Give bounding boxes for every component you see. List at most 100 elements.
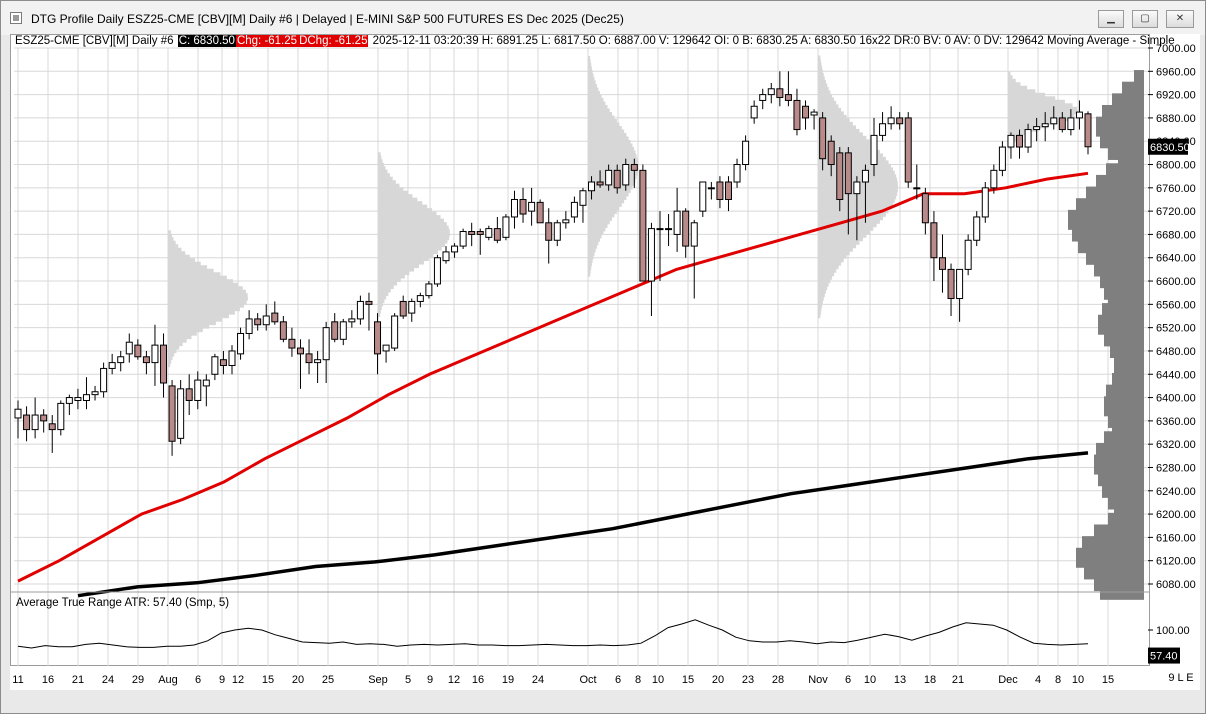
volume-profile-bar (168, 279, 233, 284)
volume-profile-bar (818, 111, 844, 116)
price-tick-label: 6760.00 (1156, 183, 1196, 195)
candle-body (254, 318, 262, 326)
volume-profile-bar (168, 237, 174, 242)
price-tick-label: 6080.00 (1156, 579, 1196, 591)
candle-body (177, 388, 185, 439)
volume-profile-bar (378, 204, 428, 209)
volume-profile-bar (1008, 117, 1068, 122)
volume-profile-bar (378, 166, 386, 171)
volume-profile-bar (378, 271, 410, 276)
date-tick-label: 10 (864, 674, 876, 686)
atr-line (17, 619, 1089, 649)
price-tick-label: 6880.00 (1156, 113, 1196, 125)
candle-body (468, 231, 476, 235)
volume-profile-bar (588, 136, 629, 141)
candle-body (185, 388, 193, 401)
candle-body (134, 344, 142, 358)
candle-body (382, 344, 390, 352)
candle-body (108, 362, 116, 369)
candle-body (48, 423, 56, 431)
volume-profile-bar (1008, 99, 1065, 104)
volume-profile-bar (168, 272, 221, 277)
volume-profile-bar (168, 286, 243, 291)
volume-profile-bar (168, 317, 223, 322)
volume-profile-bar (588, 262, 592, 267)
candle-body (570, 201, 578, 218)
candle-body (23, 414, 31, 431)
volume-profile-bar (1008, 89, 1036, 94)
volume-profile-bar (818, 58, 821, 63)
date-tick-label: 23 (742, 674, 754, 686)
volume-profile-bar (818, 55, 821, 60)
date-tick-label: 24 (102, 674, 114, 686)
volume-profile-bar (168, 345, 180, 350)
volume-profile-bar (818, 230, 870, 235)
candle-body (647, 228, 655, 282)
volume-profile-bar (1008, 92, 1046, 97)
candle-body (65, 397, 73, 404)
volume-profile-bar (818, 69, 823, 74)
volume-profile-bar (818, 107, 842, 112)
price-tick-label: 6680.00 (1156, 229, 1196, 241)
volume-profile-bar (378, 215, 441, 220)
volume-profile-bar (1008, 106, 1078, 111)
volume-profile-bar (168, 324, 210, 329)
price-tick-label: 6400.00 (1156, 393, 1196, 405)
volume-profile-bar (168, 338, 187, 343)
volume-profile-bar (378, 267, 415, 272)
volume-profile-bar (168, 289, 246, 294)
moving-average-slow-line (77, 451, 1089, 598)
volume-profile-bar (168, 342, 183, 347)
candle-body (374, 321, 382, 355)
volume-profile-bar (1008, 71, 1011, 76)
candle-body (211, 356, 219, 375)
volume-profile-bar (168, 331, 197, 336)
candle-body (91, 391, 99, 396)
candle-body (630, 164, 638, 171)
volume-profile-bar (588, 139, 631, 144)
volume-profile-bar (818, 65, 823, 70)
candle-body (682, 210, 690, 247)
volume-profile-bar (378, 243, 446, 248)
candle-body (605, 169, 613, 186)
candle-body (160, 344, 168, 384)
price-tick-label: 6640.00 (1156, 253, 1196, 265)
volume-profile-bar (588, 255, 594, 260)
candle-body (365, 300, 373, 305)
price-tick-label: 6520.00 (1156, 323, 1196, 335)
candle-body (964, 239, 972, 270)
volume-profile-bar (378, 236, 450, 241)
volume-profile-bar (588, 132, 627, 137)
volume-profile-bar (168, 254, 190, 259)
chart-sheet-tag[interactable]: 9 L E (1166, 670, 1196, 686)
volume-profile-bar (588, 101, 606, 106)
volume-profile-bar (588, 220, 610, 225)
volume-profile-bar (588, 265, 592, 270)
volume-profile-bar (818, 76, 825, 81)
volume-profile-bar (168, 352, 175, 357)
volume-profile-bar (818, 72, 824, 77)
candle-body (1007, 134, 1015, 148)
date-tick-label: Oct (579, 674, 596, 686)
volume-profile-bar (818, 289, 826, 294)
candle-body (904, 117, 912, 183)
candle-body (861, 169, 869, 183)
candle-body (836, 152, 844, 200)
candle-body (339, 321, 347, 340)
volume-profile-bar (588, 91, 600, 96)
volume-profile-bar (378, 218, 444, 223)
volume-profile-bar (378, 313, 381, 317)
date-tick-label: Dec (998, 674, 1018, 686)
date-tick-label: 25 (322, 674, 334, 686)
candle-body (819, 117, 827, 160)
price-tick-label: 6720.00 (1156, 206, 1196, 218)
volume-profile-bar (588, 248, 596, 253)
candle-body (981, 187, 989, 218)
candle-body (913, 187, 921, 190)
candle-body (613, 169, 621, 189)
volume-profile-bar (588, 70, 593, 75)
volume-profile-bar (168, 328, 203, 333)
volume-profile-bar (168, 359, 172, 364)
volume-profile-bar (588, 269, 591, 274)
volume-profile-bar (588, 105, 608, 110)
